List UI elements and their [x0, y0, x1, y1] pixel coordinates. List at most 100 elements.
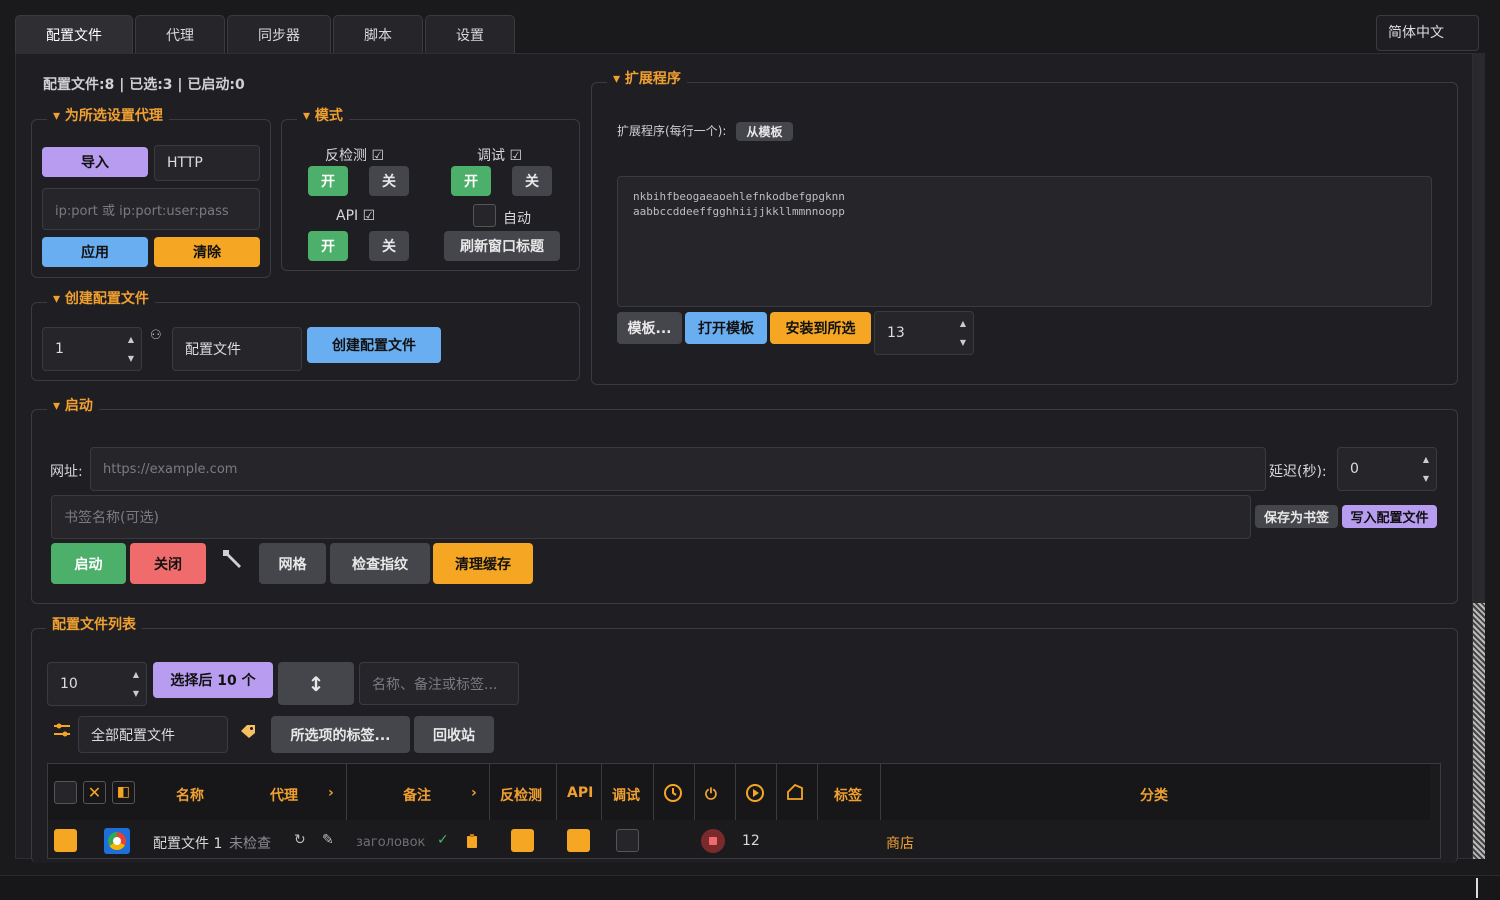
text-cursor	[1476, 878, 1478, 898]
tab-settings[interactable]: 设置	[425, 15, 515, 53]
tab-profiles[interactable]: 配置文件	[15, 15, 133, 53]
mode-group-title[interactable]: ▾ 模式	[297, 107, 349, 125]
header-api[interactable]: API	[567, 785, 593, 801]
start-button[interactable]: 启动	[51, 543, 126, 584]
row-proxy-status: 未检查	[229, 836, 271, 852]
stop-icon[interactable]	[701, 829, 725, 853]
check-icon[interactable]: ✓	[437, 832, 449, 848]
close-button[interactable]: 关闭	[130, 543, 206, 584]
antidetect-label: 反检测 ☑	[325, 148, 385, 164]
chevron-right-icon[interactable]: ›	[471, 785, 477, 801]
launch-title[interactable]: ▾ 启动	[47, 397, 99, 415]
extensions-label: 扩展程序(每行一个):	[617, 124, 727, 138]
api-on-button[interactable]: 开	[308, 231, 348, 261]
antidetect-off-button[interactable]: 关	[369, 166, 409, 196]
from-template-button[interactable]: 从模板	[736, 122, 793, 141]
header-tags[interactable]: 标签	[834, 785, 862, 805]
clipboard-icon[interactable]	[466, 833, 478, 849]
profile-name-input[interactable]: 配置文件	[172, 327, 302, 371]
row-debug-checkbox[interactable]	[616, 829, 639, 852]
create-profile-button[interactable]: 创建配置文件	[307, 327, 441, 363]
select-count-stepper[interactable]: 10 ▲ ▼	[47, 662, 147, 706]
delay-stepper[interactable]: 0 ▲ ▼	[1337, 447, 1437, 491]
extensions-textarea[interactable]: nkbihfbeogaeaoehlefnkodbefgpgknn aabbccdd…	[617, 176, 1432, 307]
check-fingerprint-button[interactable]: 检查指纹	[330, 543, 430, 584]
debug-off-button[interactable]: 关	[512, 166, 552, 196]
play-icon[interactable]	[745, 783, 765, 803]
deselect-icon[interactable]: ✕	[83, 781, 106, 804]
install-selected-button[interactable]: 安装到所选	[770, 312, 871, 344]
auto-label: 自动	[503, 211, 531, 227]
header-debug[interactable]: 调试	[612, 785, 640, 805]
sort-icon[interactable]: ↕	[278, 662, 354, 705]
tag-outline-icon[interactable]	[787, 784, 803, 800]
profile-count-stepper[interactable]: 1 ▲ ▼	[42, 327, 142, 371]
header-category[interactable]: 分类	[1140, 785, 1168, 805]
profile-search-input[interactable]: 名称、备注或标签...	[359, 662, 519, 705]
extensions-title[interactable]: ▾ 扩展程序	[607, 70, 687, 88]
save-bookmark-button[interactable]: 保存为书签	[1255, 505, 1338, 528]
bookmark-name-input[interactable]: 书签名称(可选)	[51, 495, 1251, 539]
api-off-button[interactable]: 关	[369, 231, 409, 261]
extension-number-stepper[interactable]: 13 ▲ ▼	[874, 311, 974, 355]
tab-proxy[interactable]: 代理	[135, 15, 225, 53]
grid-button[interactable]: 网格	[259, 543, 326, 584]
create-profile-title[interactable]: ▾ 创建配置文件	[47, 290, 155, 308]
open-template-button[interactable]: 打开模板	[685, 312, 767, 344]
refresh-icon[interactable]: ↻	[294, 832, 306, 848]
edit-pencil-icon[interactable]: ✎	[322, 832, 334, 848]
url-label: 网址:	[50, 464, 83, 480]
delay-label: 延迟(秒):	[1269, 464, 1327, 480]
write-profile-button[interactable]: 写入配置文件	[1342, 505, 1437, 528]
wrench-icon[interactable]	[219, 546, 245, 572]
power-icon[interactable]: ⏻	[705, 785, 717, 803]
clear-cache-button[interactable]: 清理缓存	[433, 543, 533, 584]
row-antidetect-toggle[interactable]	[511, 829, 534, 852]
select-next-button[interactable]: 选择后 10 个	[153, 662, 273, 698]
header-name[interactable]: 名称	[176, 785, 204, 805]
proxy-input[interactable]: ip:port 或 ip:port:user:pass	[42, 188, 260, 230]
header-proxy[interactable]: 代理	[270, 785, 298, 805]
templates-button[interactable]: 模板...	[617, 312, 682, 344]
row-api-toggle[interactable]	[567, 829, 590, 852]
row-category[interactable]: 商店	[886, 833, 914, 853]
select-all-checkbox[interactable]	[54, 781, 77, 804]
recycle-bin-button[interactable]: 回收站	[414, 716, 494, 753]
url-input[interactable]: https://example.com	[90, 447, 1266, 491]
row-note[interactable]: заголовок	[356, 835, 425, 850]
tab-synchronizer[interactable]: 同步器	[227, 15, 331, 53]
proxy-group-title[interactable]: ▾ 为所选设置代理	[47, 107, 169, 125]
debug-on-button[interactable]: 开	[451, 166, 491, 196]
antidetect-check-icon: ☑	[371, 148, 385, 164]
profile-list-title: 配置文件列表	[46, 616, 142, 634]
api-check-icon: ☑	[362, 208, 376, 224]
filter-sliders-icon	[54, 723, 70, 737]
language-select[interactable]: 简体中文	[1376, 15, 1479, 51]
auto-checkbox[interactable]	[473, 204, 496, 227]
proxy-type-select[interactable]: HTTP	[154, 145, 260, 181]
antidetect-on-button[interactable]: 开	[308, 166, 348, 196]
refresh-title-button[interactable]: 刷新窗口标题	[444, 231, 560, 261]
browser-icon	[104, 828, 130, 854]
tab-scripts[interactable]: 脚本	[333, 15, 423, 53]
row-profile-name[interactable]: 配置文件 1	[153, 833, 222, 853]
header-antidetect[interactable]: 反检测	[500, 785, 542, 805]
header-note[interactable]: 备注	[403, 785, 431, 805]
tag-icon	[241, 725, 255, 738]
profile-table-header	[48, 764, 1430, 820]
user-icon: ⚇	[150, 328, 162, 343]
debug-check-icon: ☑	[509, 148, 523, 164]
row-select-checkbox[interactable]	[54, 829, 77, 852]
scrollbar[interactable]	[1473, 53, 1485, 859]
invert-selection-icon[interactable]: ◧	[112, 781, 135, 804]
debug-label: 调试 ☑	[477, 148, 523, 164]
row-count: 12	[742, 833, 760, 849]
clock-icon[interactable]	[663, 783, 683, 803]
selected-tags-button[interactable]: 所选项的标签...	[271, 716, 410, 753]
profile-filter-select[interactable]: 全部配置文件	[78, 716, 228, 753]
clear-button[interactable]: 清除	[154, 237, 260, 267]
chevron-right-icon[interactable]: ›	[328, 785, 334, 801]
import-button[interactable]: 导入	[42, 147, 148, 177]
apply-button[interactable]: 应用	[42, 237, 148, 267]
status-bar	[0, 875, 1500, 900]
